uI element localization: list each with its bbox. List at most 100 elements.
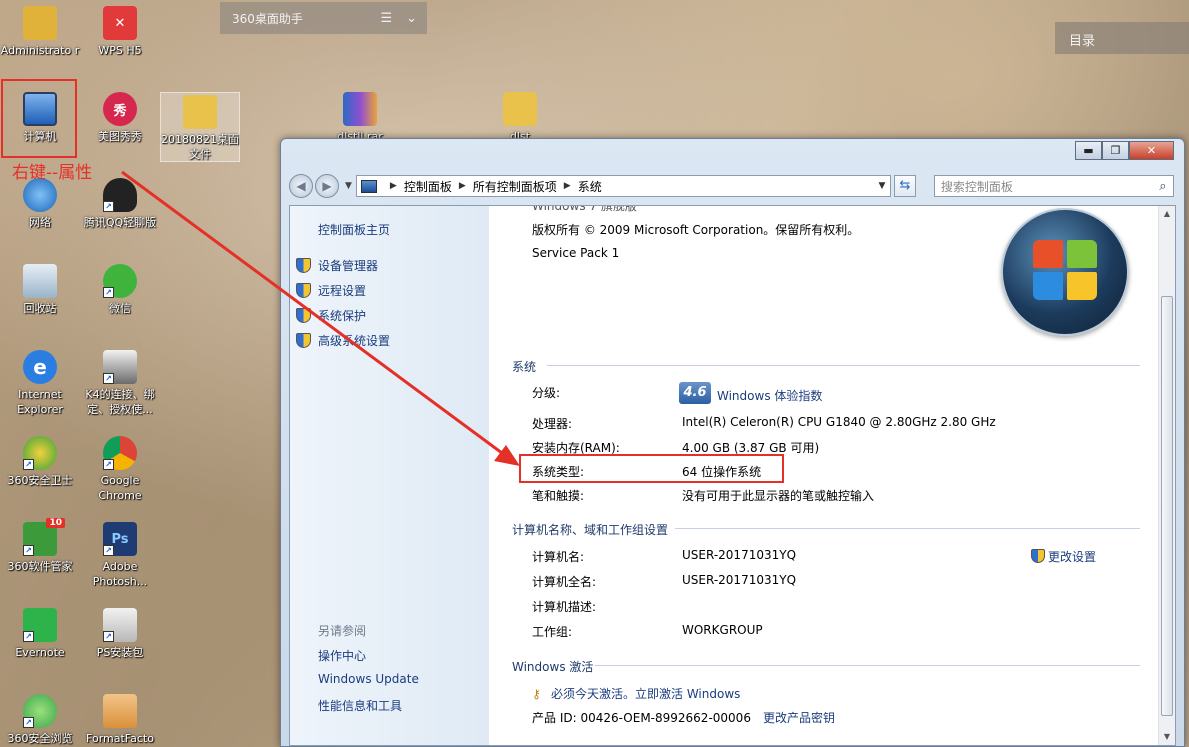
- uac-shield-icon: [296, 283, 311, 298]
- shortcut-arrow-icon: ↗: [103, 545, 114, 556]
- address-bar[interactable]: ▶ 控制面板 ▶ 所有控制面板项 ▶ 系统 ▼: [355, 175, 891, 197]
- desktop-icon-k4-video[interactable]: ↗ K4的连接、绑定、授权使...: [80, 350, 160, 417]
- scroll-down-icon[interactable]: ▼: [1159, 729, 1175, 745]
- desktop-icon-evernote[interactable]: ↗ Evernote: [0, 608, 80, 660]
- breadcrumb-all-items[interactable]: 所有控制面板项: [473, 178, 557, 195]
- task-system-protection[interactable]: 系统保护: [296, 307, 366, 324]
- breadcrumb-control-panel[interactable]: 控制面板: [404, 178, 452, 195]
- hamburger-icon[interactable]: ☰: [380, 11, 392, 26]
- desktop-icon-360-security[interactable]: ↗ 360安全卫士: [0, 436, 80, 488]
- network-icon: [23, 178, 57, 212]
- recent-pages-dropdown[interactable]: ▼: [345, 181, 352, 191]
- catalog-label[interactable]: 目录: [1055, 22, 1189, 54]
- wps-icon: ✕: [103, 6, 137, 40]
- desktop-icon-ps-installer[interactable]: ↗ PS安装包: [80, 608, 160, 660]
- desktop-icon-chrome[interactable]: ↗ Google Chrome: [80, 436, 160, 503]
- desktop-icon-folder-20180821[interactable]: 20180821桌面文件: [160, 92, 240, 162]
- shortcut-arrow-icon: ↗: [23, 717, 34, 728]
- chevron-down-icon[interactable]: ⌄: [406, 11, 417, 26]
- computer-icon-highlight-box: [1, 79, 77, 158]
- control-panel-icon: [360, 179, 377, 193]
- arrow-left-icon: ◀: [296, 179, 306, 193]
- desktop-icon-recycle-bin[interactable]: 回收站: [0, 264, 80, 316]
- shortcut-arrow-icon: ↗: [103, 287, 114, 298]
- desktop-icon-photoshop[interactable]: Ps ↗ Adobe Photosh...: [80, 522, 160, 589]
- desktop-icon-network[interactable]: 网络: [0, 178, 80, 230]
- windows-edition: Windows 7 旗舰版: [532, 205, 637, 213]
- vertical-scrollbar[interactable]: ▲ ▼: [1158, 206, 1175, 745]
- system-info-pane: Windows 7 旗舰版 版权所有 © 2009 Microsoft Corp…: [489, 206, 1158, 745]
- full-name-value: USER-20171031YQ: [682, 573, 797, 587]
- desktop-icon-dlstll-rar[interactable]: dlstll.rar: [320, 92, 400, 144]
- minimize-button[interactable]: ▬: [1075, 141, 1102, 160]
- windows-flag-green: [1067, 240, 1097, 268]
- notification-badge: 10: [46, 518, 65, 528]
- activate-now-link[interactable]: ⚷ 必须今天激活。立即激活 Windows: [532, 685, 740, 702]
- meitu-icon: 秀: [103, 92, 137, 126]
- forward-button[interactable]: ▶: [315, 174, 339, 198]
- 360-software-manager-icon: 10 ↗: [23, 518, 65, 556]
- uac-shield-icon: [1031, 549, 1045, 563]
- task-remote-settings[interactable]: 远程设置: [296, 282, 366, 299]
- internet-explorer-icon: e: [23, 350, 57, 384]
- experience-index-link[interactable]: Windows 体验指数: [717, 387, 822, 404]
- task-device-manager[interactable]: 设备管理器: [296, 257, 378, 274]
- breadcrumb-system[interactable]: 系统: [578, 178, 602, 195]
- cpu-label: 处理器:: [532, 417, 573, 431]
- shortcut-arrow-icon: ↗: [103, 201, 114, 212]
- system-section-heading: 系统: [512, 360, 537, 374]
- section-divider: [675, 528, 1140, 529]
- rating-label: 分级:: [532, 386, 561, 400]
- scrollbar-thumb[interactable]: [1161, 296, 1173, 716]
- control-panel-home-link[interactable]: 控制面板主页: [318, 221, 390, 238]
- breadcrumb-separator-icon[interactable]: ▶: [390, 181, 397, 191]
- desktop-icon-qq[interactable]: ↗ 腾讯QQ轻聊版: [80, 178, 160, 230]
- uac-shield-icon: [296, 308, 311, 323]
- change-settings-link[interactable]: 更改设置: [1031, 548, 1096, 565]
- desktop-icon-wechat[interactable]: ↗ 微信: [80, 264, 160, 316]
- desktop-icon-wps-h5[interactable]: ✕ WPS H5: [80, 6, 160, 58]
- desktop-icon-format-factory[interactable]: FormatFacto: [80, 694, 160, 746]
- see-also-action-center[interactable]: 操作中心: [318, 647, 366, 664]
- section-divider: [595, 665, 1140, 666]
- left-task-pane: 控制面板主页 设备管理器 远程设置 系统保护 高级系统设置 另请参阅 操作中心 …: [290, 206, 489, 745]
- key-icon: ⚷: [532, 687, 541, 701]
- evernote-elephant-icon: ↗: [23, 608, 57, 642]
- see-also-performance-tools[interactable]: 性能信息和工具: [318, 697, 402, 714]
- desktop-icon-meitu[interactable]: 秀 美图秀秀: [80, 92, 160, 144]
- shortcut-arrow-icon: ↗: [23, 459, 34, 470]
- qq-penguin-icon: ↗: [103, 178, 137, 212]
- task-advanced-system-settings[interactable]: 高级系统设置: [296, 332, 390, 349]
- recycle-bin-icon: [23, 264, 57, 298]
- close-button[interactable]: ✕: [1129, 141, 1174, 160]
- desktop-icon-internet-explorer[interactable]: e Internet Explorer: [0, 350, 80, 417]
- address-dropdown-icon[interactable]: ▼: [874, 181, 890, 191]
- desktop-icon-360-software-manager[interactable]: 10 ↗ 360软件管家: [0, 518, 80, 574]
- see-also-windows-update[interactable]: Windows Update: [318, 672, 419, 686]
- activate-label: 必须今天激活。立即激活 Windows: [551, 687, 741, 701]
- desktop-icon-dlst[interactable]: dlst: [480, 92, 560, 144]
- maximize-button[interactable]: ❐: [1102, 141, 1129, 160]
- desktop-assistant-widget[interactable]: 360桌面助手 ☰ ⌄: [220, 2, 427, 34]
- scroll-up-icon[interactable]: ▲: [1159, 206, 1175, 222]
- search-icon[interactable]: ⌕: [1153, 179, 1173, 194]
- breadcrumb-separator-icon[interactable]: ▶: [564, 181, 571, 191]
- refresh-button[interactable]: ⇆: [893, 175, 916, 197]
- pen-touch-value: 没有可用于此显示器的笔或触控输入: [682, 489, 875, 503]
- desktop-icon-360-browser[interactable]: ↗ 360安全浏览: [0, 694, 80, 746]
- shortcut-arrow-icon: ↗: [103, 631, 114, 642]
- search-box[interactable]: 搜索控制面板 ⌕: [933, 175, 1174, 197]
- desktop-icon-administrator[interactable]: Administrato r: [0, 6, 80, 58]
- service-pack-text: Service Pack 1: [532, 246, 620, 260]
- change-product-key-link[interactable]: 更改产品密钥: [763, 709, 835, 726]
- format-factory-icon: [103, 694, 137, 728]
- windows-flag-red: [1033, 240, 1063, 268]
- experience-index-badge[interactable]: 4.6: [679, 382, 711, 404]
- pen-touch-label: 笔和触摸:: [532, 489, 585, 503]
- search-input[interactable]: 搜索控制面板: [941, 178, 1013, 195]
- right-click-properties-annotation: 右键--属性: [12, 163, 93, 183]
- system-properties-window[interactable]: ▬ ❐ ✕ ◀ ▶ ▼ ▶ 控制面板 ▶ 所有控制面板项 ▶ 系统 ▼ ⇆ 搜索…: [280, 138, 1185, 747]
- back-button[interactable]: ◀: [289, 174, 313, 198]
- breadcrumb-separator-icon[interactable]: ▶: [459, 181, 466, 191]
- widget-title: 360桌面助手: [232, 11, 303, 26]
